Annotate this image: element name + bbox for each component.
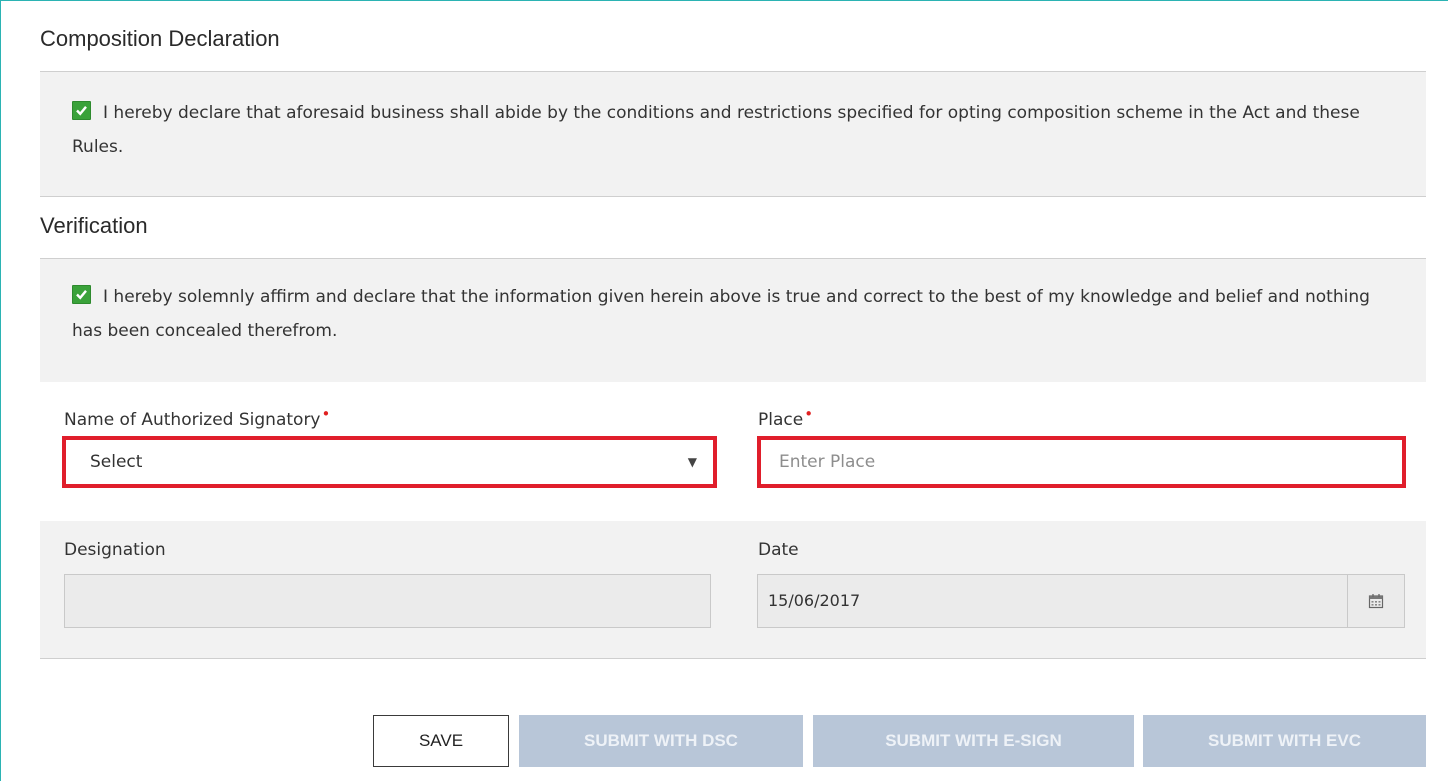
place-input[interactable]: Enter Place: [757, 436, 1406, 488]
signatory-label-text: Name of Authorized Signatory: [64, 410, 321, 430]
required-marker: •: [804, 405, 814, 423]
submit-evc-button[interactable]: SUBMIT WITH EVC: [1143, 715, 1426, 767]
composition-declaration: I hereby declare that aforesaid business…: [72, 96, 1392, 164]
signatory-label: Name of Authorized Signatory•: [64, 405, 330, 430]
checkmark-icon: [76, 290, 87, 300]
date-field: 15/06/2017: [757, 574, 1405, 628]
signatory-select[interactable]: Select ▼: [62, 436, 717, 488]
date-label: Date: [758, 540, 799, 560]
signatory-select-value: Select: [90, 452, 143, 472]
submit-esign-button[interactable]: SUBMIT WITH E-SIGN: [813, 715, 1134, 767]
divider: [40, 658, 1426, 659]
date-value: 15/06/2017: [768, 591, 861, 610]
required-marker: •: [321, 405, 331, 423]
composition-declaration-text: I hereby declare that aforesaid business…: [72, 103, 1360, 157]
save-button[interactable]: SAVE: [373, 715, 509, 767]
composition-title: Composition Declaration: [40, 26, 280, 51]
verification-declaration-text: I hereby solemnly affirm and declare tha…: [72, 287, 1370, 341]
place-label-text: Place: [758, 410, 804, 430]
place-label: Place•: [758, 405, 813, 430]
chevron-down-icon: ▼: [687, 455, 697, 469]
place-placeholder: Enter Place: [779, 452, 876, 472]
designation-label: Designation: [64, 540, 166, 560]
verification-title: Verification: [40, 213, 148, 238]
checkmark-icon: [76, 106, 87, 116]
submit-dsc-button[interactable]: SUBMIT WITH DSC: [519, 715, 803, 767]
divider: [40, 196, 1426, 197]
composition-checkbox[interactable]: [72, 101, 91, 120]
calendar-icon: [1368, 594, 1384, 609]
designation-field: [64, 574, 711, 628]
calendar-button[interactable]: [1347, 575, 1404, 627]
verification-declaration: I hereby solemnly affirm and declare tha…: [72, 280, 1392, 348]
verification-checkbox[interactable]: [72, 285, 91, 304]
